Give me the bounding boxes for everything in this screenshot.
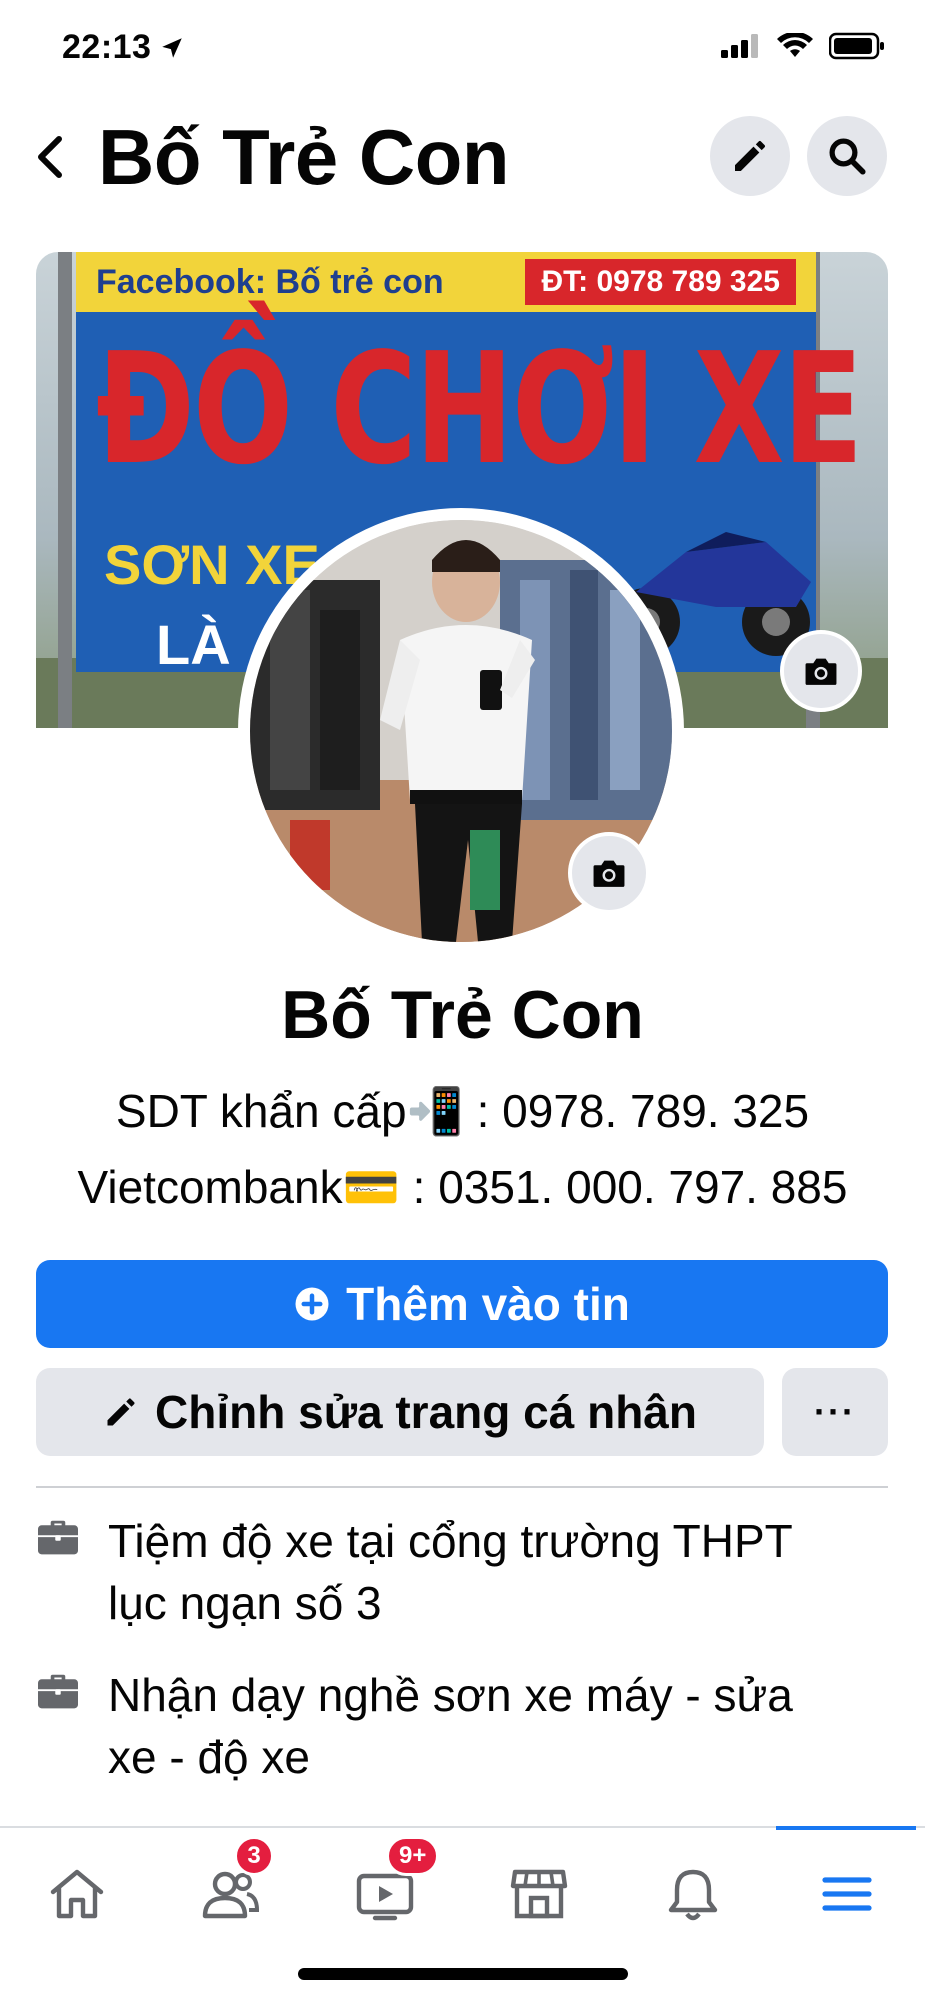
camera-icon [805,658,837,685]
more-options-label: ··· [814,1391,856,1432]
sign-sub-text: SƠN XE [104,533,320,596]
watch-badge: 9+ [386,1836,440,1876]
intro-text: Nhận dạy nghề sơn xe máy - sửa xe - độ x… [108,1669,793,1783]
intro-item: Tiệm độ xe tại cổng trường THPT lục ngạn… [36,1510,888,1634]
add-to-story-label: Thêm vào tin [346,1278,630,1330]
add-to-story-button[interactable]: Thêm vào tin [36,1260,888,1348]
briefcase-icon [38,1520,78,1555]
edit-profile-label: Chỉnh sửa trang cá nhân [155,1386,697,1438]
section-divider [36,1486,888,1488]
profile-header: Bố Trẻ Con [0,100,925,240]
nav-notifications[interactable] [616,1844,770,1944]
sign-main-text: ĐỒ CHƠI XE MÁY [96,319,888,499]
status-time: 22:13 [62,28,185,67]
more-options-button[interactable]: ··· [782,1368,888,1456]
intro-text: Tiệm độ xe tại cổng trường THPT lục ngạn… [108,1515,792,1629]
location-arrow-icon [162,37,183,58]
home-indicator[interactable] [298,1968,628,1980]
wifi-icon [777,33,813,57]
signal-icon [721,34,758,58]
cover-pole [58,252,72,728]
edit-button[interactable] [710,116,790,196]
status-indicators [721,32,885,60]
sign-sub2-text: LÀ [156,613,231,676]
nav-friends[interactable]: 3 [154,1836,308,1944]
friends-badge: 3 [234,1836,274,1876]
pencil-icon [107,1398,135,1426]
back-button[interactable] [28,135,72,179]
nav-menu[interactable] [770,1844,924,1944]
marketplace-icon [510,1869,568,1919]
avatar-camera-button[interactable] [568,832,650,914]
cover-camera-button[interactable] [780,630,862,712]
intro-item: Nhận dạy nghề sơn xe máy - sửa xe - độ x… [36,1664,888,1788]
menu-icon [822,1877,872,1911]
header-title: Bố Trẻ Con [98,113,510,201]
back-chevron-icon [38,136,62,178]
camera-icon [593,860,625,887]
bio-line-bank: Vietcombank💳 : 0351. 000. 797. 885 [77,1161,848,1213]
profile-name: Bố Trẻ Con [281,977,644,1053]
search-button[interactable] [807,116,887,196]
nav-home[interactable] [0,1844,154,1944]
sign-phone-text: ĐT: 0978 789 325 [525,259,796,305]
briefcase-icon [38,1674,78,1709]
notifications-bell-icon [668,1869,718,1921]
home-icon [50,1869,104,1919]
bio-line-phone: SDT khẩn cấp📲 : 0978. 789. 325 [115,1085,810,1137]
battery-icon [829,32,884,60]
nav-watch[interactable]: 9+ [308,1836,462,1944]
nav-marketplace[interactable] [462,1844,616,1944]
cover-sign-header: Facebook: Bố trẻ con ĐT: 0978 789 325 [76,252,816,312]
edit-profile-button[interactable]: Chỉnh sửa trang cá nhân [36,1368,764,1456]
sign-facebook-text: Facebook: Bố trẻ con [96,262,444,301]
pencil-icon [735,141,765,171]
status-time-text: 22:13 [62,28,152,66]
search-icon [829,138,866,175]
active-tab-indicator [776,1826,916,1830]
status-bar: 22:13 [0,0,925,100]
plus-circle-icon [295,1287,329,1321]
